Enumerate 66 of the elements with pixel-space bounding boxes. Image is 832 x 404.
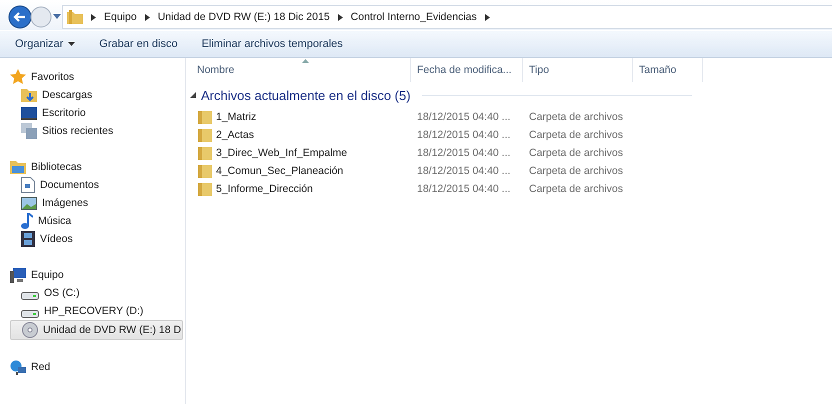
type-cell-text: Carpeta de archivos [528, 129, 624, 141]
toolbar-button[interactable]: Organizar [6, 35, 84, 53]
file-name-cell[interactable]: 1_Matriz [186, 110, 411, 124]
folder-icon [198, 110, 212, 124]
file-name-cell[interactable]: 3_Direc_Web_Inf_Empalme [186, 146, 411, 160]
sidebar-item[interactable]: Sitios recientes [10, 122, 183, 140]
folder-icon [198, 128, 212, 142]
caret-icon[interactable] [53, 14, 61, 20]
date-cell-text: 18/12/2015 04:40 ... [416, 129, 512, 141]
back-icon[interactable] [8, 5, 32, 29]
chevron-icon[interactable] [91, 14, 96, 20]
type-cell-text: Carpeta de archivos [528, 147, 624, 159]
computer-icon [10, 268, 26, 282]
sort-arrow-icon [302, 59, 309, 63]
address-field[interactable]: Equipo Unidad de DVD RW (E:) 18 Dic 2015 Control Interno_Evidencias [62, 5, 832, 29]
music-note-icon [21, 213, 33, 229]
date-cell-text: 18/12/2015 04:40 ... [416, 183, 512, 195]
sidebar-group[interactable]: Red [0, 358, 185, 376]
folder-icon [67, 10, 83, 24]
file-name-cell[interactable]: 5_Informe_Dirección [186, 182, 411, 196]
disc-icon [22, 322, 38, 338]
sidebar-group[interactable]: Bibliotecas [0, 158, 185, 176]
column-header[interactable]: Fecha de modifica... [411, 58, 523, 82]
document-icon [21, 177, 35, 193]
file-name-cell[interactable]: 2_Actas [186, 128, 411, 142]
folder-icon [198, 146, 212, 160]
breadcrumb[interactable]: Unidad de DVD RW (E:) 18 Dic 2015 [158, 11, 330, 23]
folder-icon [198, 164, 212, 178]
toolbar-button[interactable]: Eliminar archivos temporales [192, 35, 352, 53]
chevron-icon[interactable] [338, 14, 343, 20]
breadcrumb[interactable]: Control Interno_Evidencias [350, 11, 477, 23]
network-icon [10, 360, 26, 374]
sidebar-item[interactable]: Música [10, 212, 183, 230]
sidebar-item[interactable]: OS (C:) [10, 284, 183, 302]
sidebar-item[interactable]: Escritorio [10, 104, 183, 122]
type-cell-text: Carpeta de archivos [528, 183, 624, 195]
type-cell-text: Carpeta de archivos [528, 111, 624, 123]
image-icon [21, 196, 37, 210]
star-icon [10, 69, 26, 85]
group-header[interactable]: Archivos actualmente en el disco (5) [201, 88, 411, 102]
chevron-icon[interactable] [484, 14, 490, 20]
chevron-icon[interactable] [144, 14, 150, 20]
library-icon [10, 160, 26, 174]
breadcrumb[interactable]: Equipo [104, 11, 137, 23]
sidebar-item[interactable]: Descargas [10, 86, 183, 104]
date-cell-text: 18/12/2015 04:40 ... [416, 111, 512, 123]
sidebar-group[interactable]: Equipo [0, 266, 185, 284]
sidebar-item[interactable]: Documentos [10, 176, 183, 194]
file-name-cell[interactable]: 4_Comun_Sec_Planeación [186, 164, 411, 178]
sidebar-item[interactable]: Imágenes [10, 194, 183, 212]
expand-triangle-icon[interactable] [190, 92, 196, 98]
download-folder-icon [21, 87, 37, 103]
sidebar-item[interactable]: Vídeos [10, 230, 183, 248]
toolbar-button[interactable]: Grabar en disco [90, 35, 187, 53]
date-cell-text: 18/12/2015 04:40 ... [416, 165, 512, 177]
desktop-icon [21, 106, 37, 120]
column-header[interactable]: Tipo [523, 58, 633, 82]
type-cell-text: Carpeta de archivos [528, 165, 624, 177]
sidebar-item[interactable]: Unidad de DVD RW (E:) 18 D [10, 320, 183, 340]
column-header[interactable]: Tamaño [633, 58, 703, 82]
sidebar-group[interactable]: Favoritos [0, 68, 185, 86]
recent-places-icon [21, 123, 37, 139]
sidebar-item[interactable]: HP_RECOVERY (D:) [10, 302, 183, 320]
folder-icon [198, 182, 212, 196]
film-icon [21, 231, 35, 247]
date-cell-text: 18/12/2015 04:40 ... [416, 147, 512, 159]
